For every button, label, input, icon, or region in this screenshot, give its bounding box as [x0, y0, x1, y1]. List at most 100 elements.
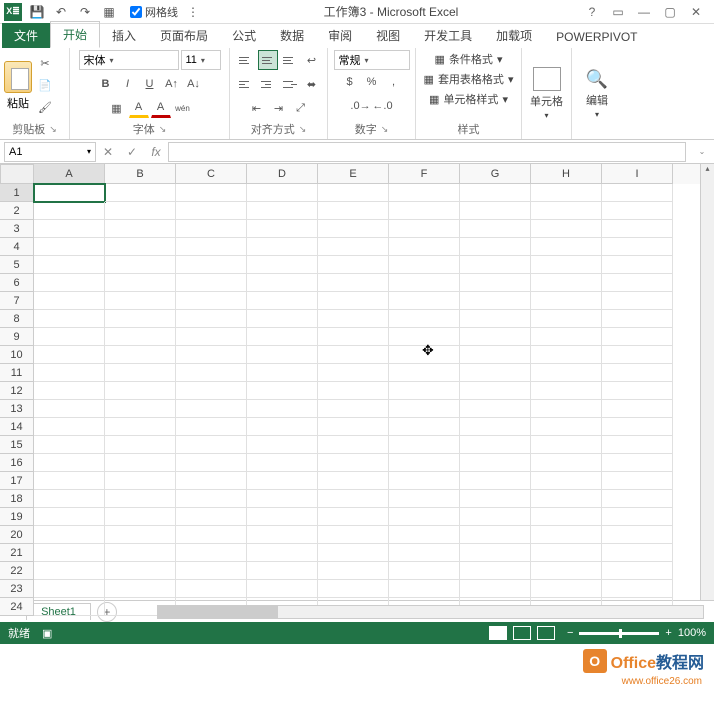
row-header[interactable]: 22: [0, 562, 34, 580]
cut-button[interactable]: ✂: [35, 54, 55, 74]
qat-customize-button[interactable]: ⋮: [184, 3, 202, 21]
cell[interactable]: [460, 580, 531, 598]
cell[interactable]: [105, 274, 176, 292]
select-all-button[interactable]: [0, 164, 34, 184]
cell[interactable]: [34, 580, 105, 598]
row-header[interactable]: 21: [0, 544, 34, 562]
cell[interactable]: [460, 490, 531, 508]
tab-powerpivot[interactable]: POWERPIVOT: [544, 26, 649, 48]
cell[interactable]: [318, 382, 389, 400]
cell[interactable]: [460, 544, 531, 562]
cell-styles-button[interactable]: ▦单元格样式▾: [427, 90, 510, 108]
cell[interactable]: [389, 508, 460, 526]
tab-insert[interactable]: 插入: [100, 23, 148, 48]
fill-color-button[interactable]: A: [129, 98, 149, 118]
cell[interactable]: [460, 274, 531, 292]
cell[interactable]: [318, 238, 389, 256]
borders-qat-button[interactable]: ▦: [100, 3, 118, 21]
cell[interactable]: [531, 490, 602, 508]
orientation-button[interactable]: ⤢: [291, 98, 311, 118]
undo-button[interactable]: ↶: [52, 3, 70, 21]
cell[interactable]: [389, 544, 460, 562]
cell[interactable]: [389, 382, 460, 400]
cell[interactable]: [105, 238, 176, 256]
cell[interactable]: [247, 472, 318, 490]
cell[interactable]: [531, 580, 602, 598]
cell[interactable]: [531, 400, 602, 418]
tab-developer[interactable]: 开发工具: [412, 23, 484, 48]
cell[interactable]: [176, 544, 247, 562]
paste-icon[interactable]: [4, 61, 32, 93]
zoom-in-button[interactable]: +: [665, 627, 671, 639]
cell[interactable]: [602, 544, 673, 562]
cell[interactable]: [34, 436, 105, 454]
row-header[interactable]: 11: [0, 364, 34, 382]
cell[interactable]: [602, 202, 673, 220]
cell[interactable]: [389, 580, 460, 598]
cell[interactable]: [176, 346, 247, 364]
ribbon-display-button[interactable]: ▭: [606, 3, 630, 21]
cell[interactable]: [34, 454, 105, 472]
cell[interactable]: [34, 472, 105, 490]
cell[interactable]: [389, 274, 460, 292]
column-header[interactable]: A: [34, 164, 105, 184]
cell[interactable]: [389, 310, 460, 328]
cell[interactable]: [389, 400, 460, 418]
row-header[interactable]: 8: [0, 310, 34, 328]
cell[interactable]: [531, 328, 602, 346]
cell[interactable]: [176, 400, 247, 418]
cell[interactable]: [389, 454, 460, 472]
column-header[interactable]: G: [460, 164, 531, 184]
copy-button[interactable]: 📄: [35, 76, 55, 96]
increase-indent-button[interactable]: ⇥: [269, 98, 289, 118]
cell[interactable]: [176, 328, 247, 346]
underline-button[interactable]: U: [140, 74, 160, 94]
view-pagebreak-button[interactable]: [537, 626, 555, 640]
cell[interactable]: [247, 310, 318, 328]
cell[interactable]: [318, 274, 389, 292]
cell[interactable]: [105, 184, 176, 202]
column-header[interactable]: B: [105, 164, 176, 184]
fx-button[interactable]: fx: [144, 142, 168, 162]
increase-font-button[interactable]: A↑: [162, 74, 182, 94]
cell[interactable]: [105, 490, 176, 508]
cell[interactable]: [105, 220, 176, 238]
row-header[interactable]: 3: [0, 220, 34, 238]
cell[interactable]: [318, 400, 389, 418]
cell[interactable]: [176, 562, 247, 580]
decrease-indent-button[interactable]: ⇤: [247, 98, 267, 118]
cell[interactable]: [176, 184, 247, 202]
cell[interactable]: [460, 400, 531, 418]
cell[interactable]: [247, 346, 318, 364]
row-header[interactable]: 13: [0, 400, 34, 418]
cell[interactable]: [105, 310, 176, 328]
name-box[interactable]: A1▾: [4, 142, 96, 162]
macro-record-icon[interactable]: ▣: [42, 627, 52, 640]
zoom-level[interactable]: 100%: [678, 627, 706, 639]
zoom-out-button[interactable]: −: [567, 627, 573, 639]
cell[interactable]: [176, 436, 247, 454]
conditional-formatting-button[interactable]: ▦条件格式▾: [433, 50, 505, 68]
cell[interactable]: [531, 220, 602, 238]
number-format-combo[interactable]: 常规▾: [334, 50, 410, 70]
cell[interactable]: [318, 418, 389, 436]
cell[interactable]: [460, 526, 531, 544]
cell[interactable]: [602, 508, 673, 526]
cell[interactable]: [247, 418, 318, 436]
row-header[interactable]: 6: [0, 274, 34, 292]
cell[interactable]: [602, 364, 673, 382]
redo-button[interactable]: ↷: [76, 3, 94, 21]
cell[interactable]: [460, 436, 531, 454]
format-as-table-button[interactable]: ▦套用表格格式▾: [422, 70, 516, 88]
vertical-scrollbar[interactable]: ▴: [700, 164, 714, 600]
cell[interactable]: [34, 400, 105, 418]
cell[interactable]: [389, 346, 460, 364]
cell[interactable]: [105, 418, 176, 436]
font-color-button[interactable]: A: [151, 98, 171, 118]
help-button[interactable]: ?: [580, 3, 604, 21]
view-pagelayout-button[interactable]: [513, 626, 531, 640]
cell[interactable]: [105, 346, 176, 364]
align-left-button[interactable]: [236, 74, 256, 94]
cell[interactable]: [531, 238, 602, 256]
column-header[interactable]: I: [602, 164, 673, 184]
